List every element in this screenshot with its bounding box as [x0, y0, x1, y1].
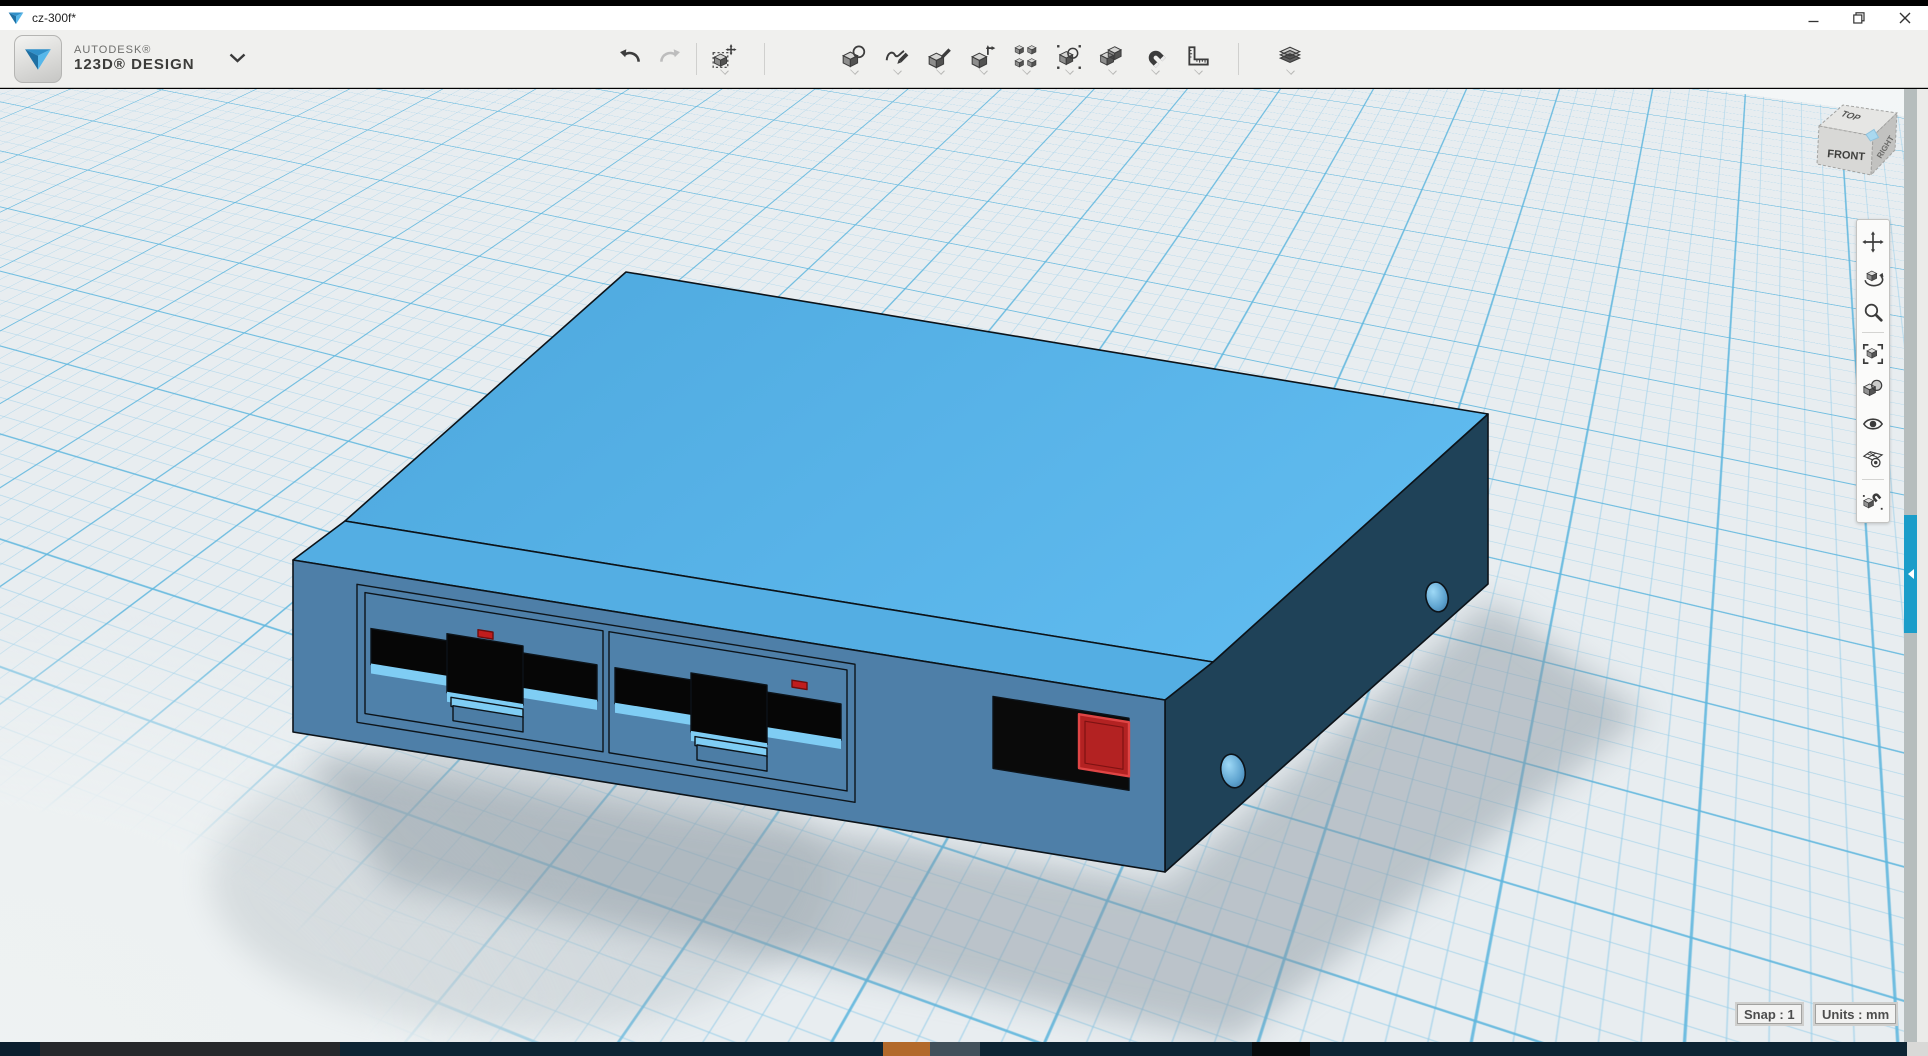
drive-bay-1-activity-led [478, 630, 493, 639]
minimize-button[interactable] [1790, 6, 1836, 30]
side-panel-flyout-tab[interactable] [1904, 515, 1917, 633]
viewport[interactable]: FRONT TOP RIGHT Snap : 1 Units : mm [0, 89, 1928, 1042]
toolbar-separator [696, 43, 697, 75]
brand-text: AUTODESK® 123D® DESIGN [74, 45, 195, 72]
units-setting[interactable]: Units : mm [1813, 1002, 1898, 1026]
eye-nav-button[interactable] [1858, 406, 1888, 441]
power-button[interactable] [1079, 714, 1129, 776]
main-toolbar-icons [616, 30, 1320, 87]
main-toolbar: AUTODESK® 123D® DESIGN Go Premium Sign I… [0, 30, 1928, 88]
taskbar-strip [0, 1042, 1928, 1056]
window-right-edge [1917, 89, 1928, 1042]
toolbar-separator [764, 43, 765, 75]
modify-tool-button[interactable] [968, 36, 998, 82]
brand-product: 123D® DESIGN [74, 57, 195, 73]
toolbar-separator [1238, 43, 1239, 75]
snap-tool-button[interactable] [1140, 36, 1170, 82]
material-tool-button[interactable] [1273, 36, 1307, 82]
magnet-cube-nav-button[interactable] [1858, 483, 1888, 518]
grid-eye-nav-button[interactable] [1858, 441, 1888, 476]
undo-tool-button[interactable] [616, 36, 644, 82]
snap-setting[interactable]: Snap : 1 [1735, 1002, 1804, 1026]
construct-tool-button[interactable] [925, 36, 955, 82]
zoom-view-nav-button[interactable] [1858, 294, 1888, 329]
pan-nav-button[interactable] [1858, 224, 1888, 259]
restore-button[interactable] [1836, 6, 1882, 30]
chevron-down-icon[interactable] [229, 50, 246, 68]
drive-bay-2-activity-led [792, 680, 807, 689]
redo-tool-button[interactable] [656, 36, 684, 82]
fit-nav-button[interactable] [1858, 336, 1888, 371]
app-logo-icon [8, 11, 24, 25]
nav-toolbar-separator [1862, 332, 1884, 333]
app-logo-tile [14, 35, 62, 83]
grouping-tool-button[interactable] [1054, 36, 1084, 82]
taskbar-segment [40, 1042, 340, 1056]
measure-tool-button[interactable] [1183, 36, 1213, 82]
titlebar: cz-300f* [0, 6, 1928, 30]
taskbar-button[interactable] [930, 1042, 980, 1056]
nav-toolbar-separator [1862, 479, 1884, 480]
view-cube[interactable]: FRONT TOP RIGHT [1805, 93, 1905, 181]
taskbar-segment [340, 1042, 883, 1056]
taskbar-button[interactable] [883, 1042, 930, 1056]
shade-nav-button[interactable] [1858, 371, 1888, 406]
pattern-tool-button[interactable] [1011, 36, 1041, 82]
arrow-left-icon [1908, 569, 1914, 579]
view-nav-toolbar [1856, 219, 1890, 523]
taskbar-segment [1252, 1042, 1310, 1056]
transform-tool-button[interactable] [709, 36, 739, 82]
taskbar-segment [0, 1042, 40, 1056]
window-title: cz-300f* [32, 11, 76, 25]
taskbar-segment [1310, 1042, 1907, 1056]
taskbar-segment [1907, 1042, 1928, 1056]
model-scene [0, 89, 1928, 1042]
orbit-nav-button[interactable] [1858, 259, 1888, 294]
taskbar-segment [980, 1042, 1252, 1056]
close-button[interactable] [1882, 6, 1928, 30]
primitives-tool-button[interactable] [839, 36, 869, 82]
combine-tool-button[interactable] [1097, 36, 1127, 82]
sketch-tool-button[interactable] [882, 36, 912, 82]
app-menu[interactable]: AUTODESK® 123D® DESIGN [14, 35, 246, 83]
